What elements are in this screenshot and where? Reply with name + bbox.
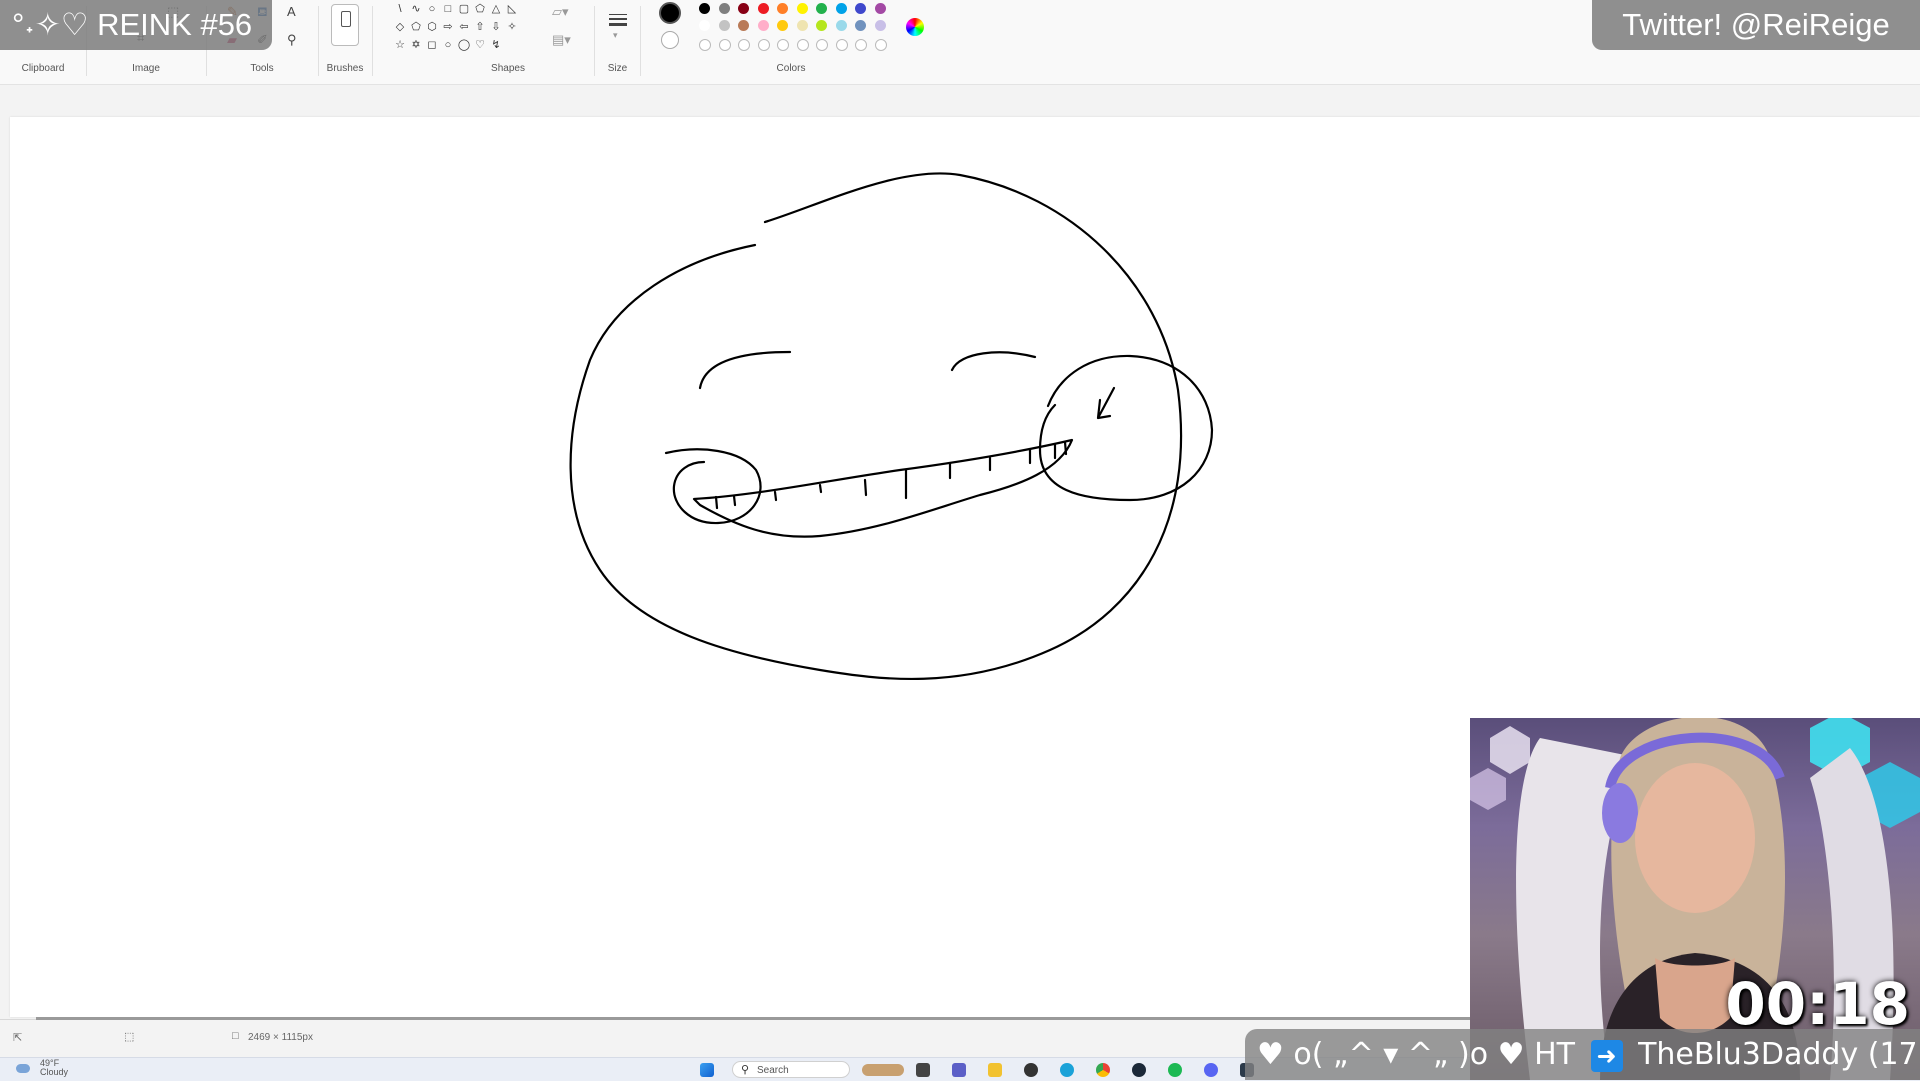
color-swatch[interactable] <box>777 3 788 14</box>
brushes-group-label: Brushes <box>326 63 364 74</box>
selection-size-icon: ⬚ <box>124 1031 135 1043</box>
colors-group: Colors <box>641 0 941 84</box>
size-group: ▾ Size <box>595 0 640 84</box>
horizontal-scrollbar[interactable] <box>36 1017 1476 1020</box>
brush-icon[interactable] <box>331 4 359 46</box>
custom-color-slot[interactable] <box>874 39 887 51</box>
twitter-handle-overlay: Twitter! @ReiReige <box>1592 0 1920 50</box>
size-dropdown-icon[interactable]: ▾ <box>613 30 618 41</box>
arrow-right-icon: ➜ <box>1590 1039 1623 1072</box>
widget-thumbnail-icon[interactable] <box>862 1064 904 1076</box>
color-swatch[interactable] <box>816 3 827 14</box>
color-swatch[interactable] <box>874 20 886 31</box>
custom-color-slot[interactable] <box>699 39 711 51</box>
custom-color-slot[interactable] <box>835 39 848 51</box>
custom-color-slot[interactable] <box>816 39 828 51</box>
color-swatch[interactable] <box>816 20 827 31</box>
text-icon[interactable]: A <box>287 4 296 19</box>
color-swatch[interactable] <box>757 3 769 14</box>
color-swatch[interactable] <box>835 3 847 14</box>
chat-username: TheBlu3Daddy (1777) <box>1638 1037 1920 1072</box>
clipboard-group-label: Clipboard <box>21 63 65 74</box>
teams-icon[interactable] <box>952 1063 966 1077</box>
magnifier-icon[interactable]: ⚲ <box>287 32 297 48</box>
color-swatch[interactable] <box>796 3 808 14</box>
steam-icon[interactable] <box>1132 1063 1146 1077</box>
color-swatch[interactable] <box>796 20 808 31</box>
tools-group-label: Tools <box>250 63 274 74</box>
stream-title-overlay: °˖✧♡ REINK #56 <box>0 0 272 50</box>
task-view-icon[interactable] <box>916 1063 930 1077</box>
canvas-size-label: 2469 × 1115px <box>248 1032 313 1043</box>
spotify-icon[interactable] <box>1168 1063 1182 1077</box>
color-swatch[interactable] <box>718 3 730 14</box>
edit-colors-icon[interactable] <box>906 18 924 36</box>
custom-color-slot[interactable] <box>777 39 789 51</box>
obs-icon[interactable] <box>1024 1063 1038 1077</box>
primary-color-swatch[interactable] <box>659 2 681 24</box>
taskbar-search[interactable]: ⚲ Search <box>732 1061 850 1078</box>
discord-icon[interactable] <box>1204 1063 1218 1077</box>
custom-color-slot[interactable] <box>855 39 867 51</box>
search-icon: ⚲ <box>741 1064 750 1076</box>
edge-icon[interactable] <box>1060 1063 1074 1077</box>
secondary-color-swatch[interactable] <box>661 31 679 49</box>
color-swatch[interactable] <box>855 20 866 31</box>
custom-color-slot[interactable] <box>738 39 750 51</box>
search-placeholder: Search <box>757 1065 789 1076</box>
color-swatch[interactable] <box>738 20 749 31</box>
chrome-icon[interactable] <box>1096 1063 1110 1077</box>
color-swatch[interactable] <box>835 20 847 31</box>
custom-color-slot[interactable] <box>796 39 809 51</box>
stream-timer: 00:18 <box>1725 970 1910 1038</box>
color-swatch[interactable] <box>855 3 866 14</box>
chat-message-prefix: ♥ o( „^ ▾ ^„ )o ♥ HT <box>1257 1037 1575 1072</box>
canvas-size-icon: □ <box>232 1030 239 1042</box>
color-swatch[interactable] <box>718 20 730 31</box>
color-swatch[interactable] <box>699 20 710 31</box>
color-swatch[interactable] <box>699 3 710 14</box>
custom-color-slot[interactable] <box>757 39 770 51</box>
cloud-icon[interactable] <box>16 1064 30 1073</box>
color-swatch[interactable] <box>757 20 769 31</box>
file-explorer-icon[interactable] <box>988 1063 1002 1077</box>
weather-description: Cloudy <box>40 1067 69 1077</box>
colors-group-label: Colors <box>776 63 806 74</box>
chat-alert-bar: ♥ o( „^ ▾ ^„ )o ♥ HT ➜ TheBlu3Daddy (177… <box>1245 1029 1920 1080</box>
brushes-group: Brushes <box>319 0 371 84</box>
size-group-label: Size <box>607 63 628 74</box>
color-swatch[interactable] <box>777 20 788 31</box>
color-swatch[interactable] <box>738 3 749 14</box>
image-group-label: Image <box>132 63 160 74</box>
start-icon[interactable] <box>700 1063 714 1077</box>
custom-color-slot[interactable] <box>718 39 731 51</box>
weather-widget[interactable]: 49°F Cloudy <box>40 1059 68 1077</box>
pointer-position-icon: ⇱ <box>13 1032 23 1044</box>
color-swatch[interactable] <box>874 3 886 14</box>
